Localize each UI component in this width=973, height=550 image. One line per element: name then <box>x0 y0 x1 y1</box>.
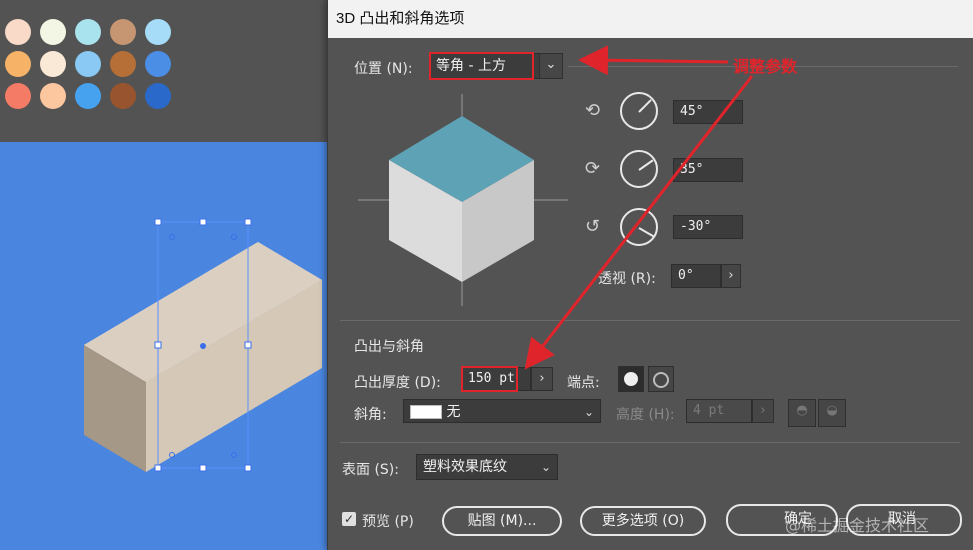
annotation-arrow-to-depth <box>524 75 754 370</box>
watermark: @稀土掘金技术社区 <box>785 516 930 535</box>
annotation-arrow-to-position <box>578 45 729 76</box>
annotation-overlay <box>524 45 754 370</box>
annotation-label: 调整参数 <box>733 57 798 76</box>
